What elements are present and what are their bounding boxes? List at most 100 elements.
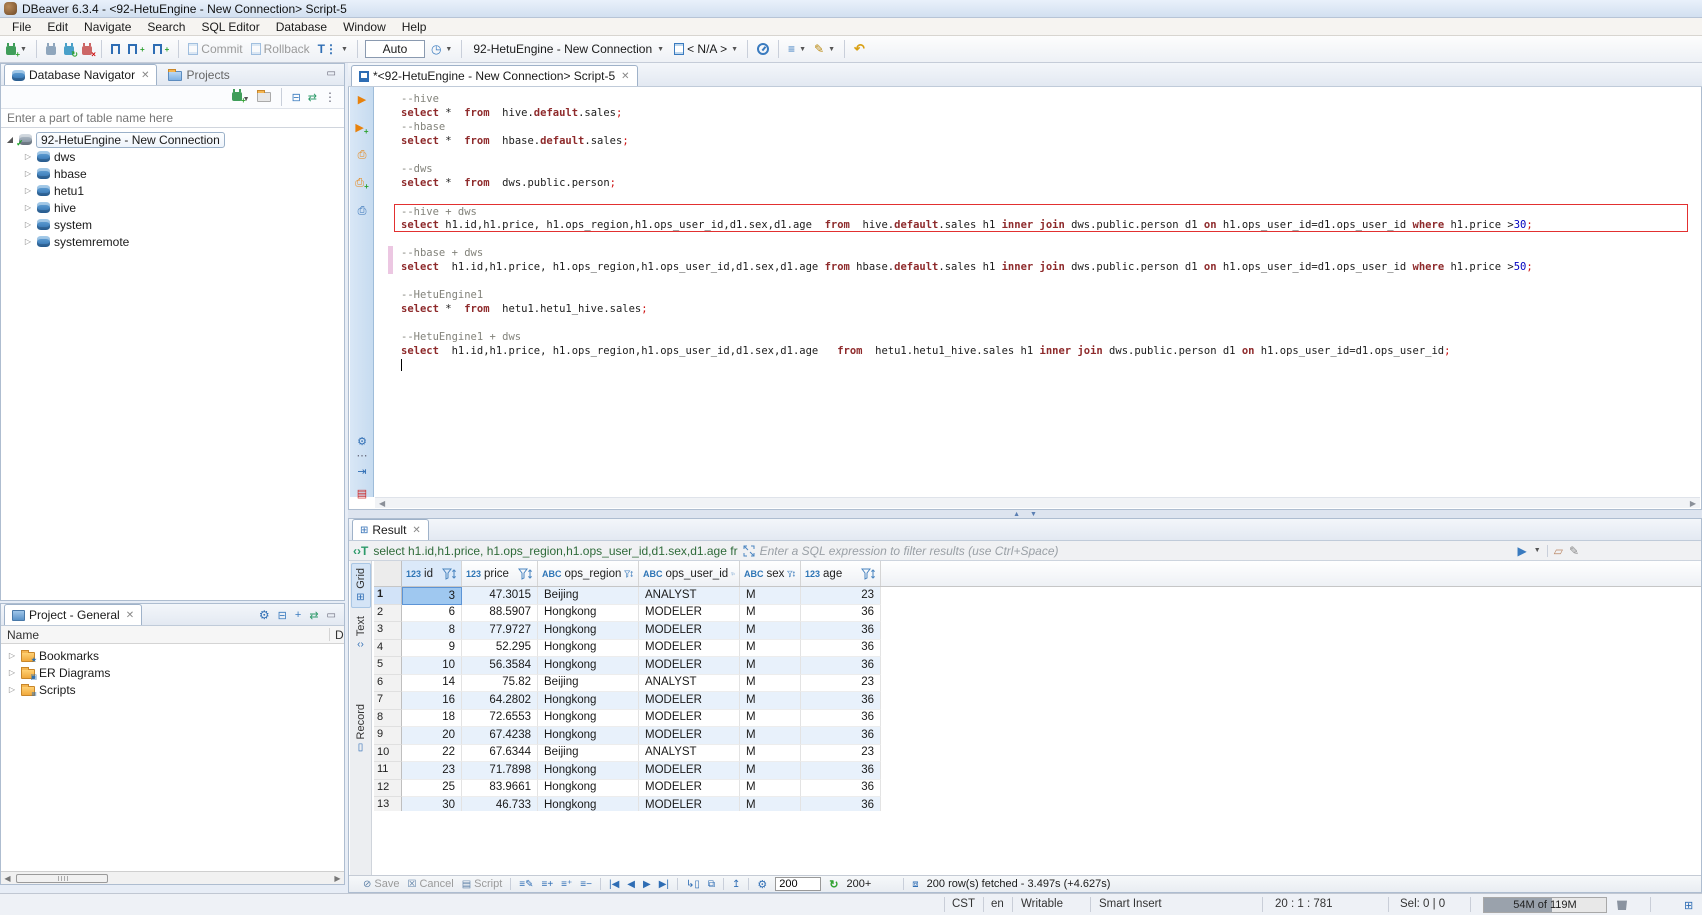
new-connection-button[interactable]: +▼ [4, 43, 29, 56]
grid-cell[interactable]: MODELER [639, 640, 740, 658]
menu-window[interactable]: Window [335, 19, 394, 35]
fetch-size-input[interactable] [775, 877, 821, 891]
grid-cell[interactable]: 36 [801, 605, 881, 623]
row-number[interactable]: 9 [374, 727, 402, 745]
grid-cell[interactable]: 3 [402, 587, 462, 605]
garbage-collect-icon[interactable] [1617, 899, 1627, 910]
column-header-id[interactable]: 123id [402, 561, 462, 586]
link-with-editor-button[interactable]: ⇄ [308, 91, 317, 104]
expander-icon[interactable]: ▷ [7, 668, 17, 677]
menu-navigate[interactable]: Navigate [76, 19, 139, 35]
grid-cell[interactable]: 67.6344 [462, 745, 538, 763]
grid-cell[interactable]: 6 [402, 605, 462, 623]
close-icon[interactable]: ✕ [126, 610, 134, 621]
tree-item-dws[interactable]: ▷dws [1, 148, 344, 165]
expand-filter-icon[interactable] [743, 545, 755, 557]
tree-item-er-diagrams[interactable]: ▷▣ER Diagrams [1, 664, 344, 681]
sash-down-icon[interactable]: ▼ [1030, 511, 1037, 518]
database-select[interactable]: < N/A >▼ [672, 41, 740, 57]
menu-file[interactable]: File [4, 19, 39, 35]
grid-cell[interactable]: 52.295 [462, 640, 538, 658]
connect-button[interactable] [44, 43, 58, 56]
grid-cell[interactable]: 46.733 [462, 797, 538, 811]
editor-line[interactable]: --hbase + dws [375, 246, 1700, 260]
menu-edit[interactable]: Edit [39, 19, 76, 35]
editor-line[interactable]: select * from dws.public.person; [375, 176, 1700, 190]
grid-cell[interactable]: M [740, 587, 801, 605]
grid-cell[interactable]: 36 [801, 727, 881, 745]
apply-filter-icon[interactable]: ▶ [1518, 544, 1527, 558]
new-connection-button[interactable]: +▼ [232, 90, 250, 104]
grid-cell[interactable]: M [740, 780, 801, 798]
grid-cell[interactable]: 47.3015 [462, 587, 538, 605]
compose-button[interactable]: ✎▼ [812, 41, 837, 57]
explain-plan-icon[interactable]: ⎙ [354, 205, 370, 218]
column-datasource[interactable]: D [335, 628, 344, 642]
editor-line[interactable] [375, 148, 1700, 162]
menu-help[interactable]: Help [394, 19, 435, 35]
grid-cell[interactable]: MODELER [639, 762, 740, 780]
grid-cell[interactable]: MODELER [639, 605, 740, 623]
grid-cell[interactable]: ANALYST [639, 675, 740, 693]
grid-cell[interactable]: Hongkong [538, 692, 639, 710]
row-number[interactable]: 2 [374, 605, 402, 623]
menu-search[interactable]: Search [139, 19, 193, 35]
grid-cell[interactable]: Hongkong [538, 727, 639, 745]
tree-item-connection[interactable]: ◢✓92-HetuEngine - New Connection [1, 131, 344, 148]
editor-result-sash[interactable]: ▲ ▼ [348, 510, 1702, 518]
execute-statement-icon[interactable]: ▶ [354, 93, 370, 106]
scroll-thumb[interactable] [16, 874, 108, 883]
delete-row-icon[interactable]: ≡− [580, 879, 592, 890]
editor-line[interactable]: select h1.id,h1.price, h1.ops_region,h1.… [394, 218, 1688, 232]
grid-cell[interactable]: Hongkong [538, 780, 639, 798]
tasks-button[interactable]: ≡▼ [786, 41, 808, 57]
toggle-record-icon[interactable]: ↳▯ [686, 879, 700, 890]
script-button[interactable]: ▤Script [462, 878, 503, 890]
scroll-left-icon[interactable]: ◀ [379, 499, 385, 508]
grid-cell[interactable]: 8 [402, 622, 462, 640]
column-header-ops_user_id[interactable]: ABCops_user_id [639, 561, 740, 586]
row-number[interactable]: 3 [374, 622, 402, 640]
grid-cell[interactable]: 36 [801, 710, 881, 728]
grid-cell[interactable]: 23 [801, 675, 881, 693]
last-row-icon[interactable]: ▶| [659, 879, 669, 890]
grid-cell[interactable]: MODELER [639, 797, 740, 811]
editor-line[interactable] [375, 358, 1700, 372]
grid-cell[interactable]: 36 [801, 622, 881, 640]
row-number[interactable]: 4 [374, 640, 402, 658]
column-header-price[interactable]: 123price [462, 561, 538, 586]
expander-icon[interactable]: ▷ [23, 203, 33, 212]
expander-icon[interactable]: ▷ [23, 169, 33, 178]
grid-cell[interactable]: M [740, 622, 801, 640]
editor-line[interactable]: select * from hbase.default.sales; [375, 134, 1700, 148]
grid-cell[interactable]: 36 [801, 797, 881, 811]
editor-line[interactable]: --hive + dws [394, 204, 1688, 218]
grid-cell[interactable]: 23 [801, 745, 881, 763]
grid-cell[interactable]: Hongkong [538, 657, 639, 675]
expander-icon[interactable]: ◢ [5, 135, 15, 144]
grid-cell[interactable]: 83.9661 [462, 780, 538, 798]
row-number[interactable]: 1 [374, 587, 402, 605]
grid-cell[interactable]: M [740, 692, 801, 710]
row-number[interactable]: 11 [374, 762, 402, 780]
overflow-icon[interactable]: ⋯ [354, 449, 370, 462]
grid-cell[interactable]: 77.9727 [462, 622, 538, 640]
grid-cell[interactable]: Beijing [538, 745, 639, 763]
grid-cell[interactable]: 36 [801, 640, 881, 658]
grid-cell[interactable]: 56.3584 [462, 657, 538, 675]
grid-cell[interactable]: Beijing [538, 587, 639, 605]
execute-new-tab-icon[interactable]: ▶+ [354, 121, 370, 136]
grid-cell[interactable]: M [740, 675, 801, 693]
rollback-button[interactable]: Rollback [249, 41, 312, 57]
editor-line[interactable] [375, 190, 1700, 204]
grid-cell[interactable]: M [740, 657, 801, 675]
grid-cell[interactable]: 88.5907 [462, 605, 538, 623]
grid-cell[interactable]: 75.82 [462, 675, 538, 693]
grid-cell[interactable]: 72.6553 [462, 710, 538, 728]
editor-line[interactable]: select h1.id,h1.price, h1.ops_region,h1.… [375, 260, 1700, 274]
next-row-icon[interactable]: ▶ [643, 879, 651, 890]
close-icon[interactable]: ✕ [621, 71, 629, 82]
reconnect-button[interactable]: ↻ [62, 43, 76, 56]
editor-line[interactable]: --hbase [375, 120, 1700, 134]
expander-icon[interactable]: ▷ [23, 152, 33, 161]
